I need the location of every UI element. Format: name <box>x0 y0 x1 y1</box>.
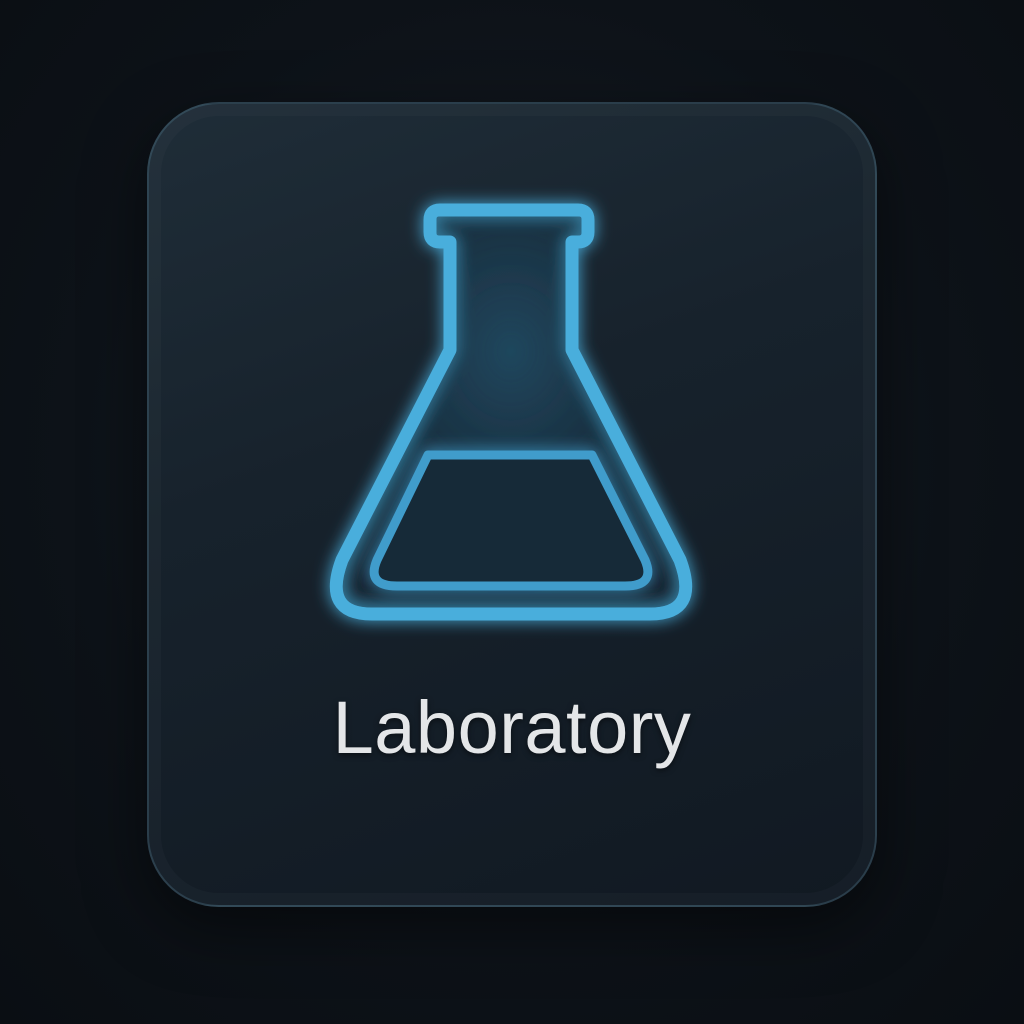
flask-icon <box>329 203 693 621</box>
flask-liquid <box>369 450 653 591</box>
app-tile-label: Laboratory <box>332 686 692 769</box>
